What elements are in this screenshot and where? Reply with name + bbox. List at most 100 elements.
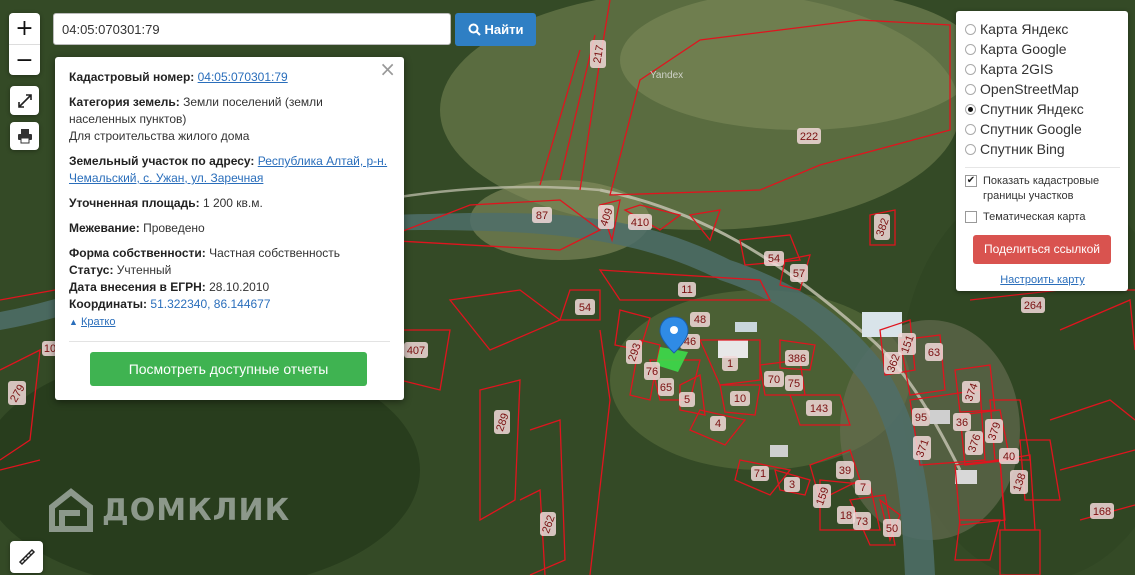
category-label: Категория земель: (69, 95, 180, 109)
radio-icon (965, 143, 976, 155)
ruler-button[interactable] (10, 541, 43, 573)
address-label: Земельный участок по адресу: (69, 154, 255, 168)
coords-row: Координаты: 51.322340, 86.144677 (69, 296, 390, 313)
layer-divider (965, 167, 1120, 168)
layer-option-google-satellite[interactable]: Спутник Google (965, 119, 1120, 139)
layer-option-2gis-map[interactable]: Карта 2GIS (965, 59, 1120, 79)
status-label: Статус: (69, 263, 114, 277)
expand-icon (17, 93, 32, 108)
parcel-label: 73 (856, 516, 868, 528)
parcel-label: 10 (734, 393, 746, 405)
area-row: Уточненная площадь: 1 200 кв.м. (69, 195, 390, 212)
area-value: 1 200 кв.м. (202, 196, 263, 210)
parcel-label: 7 (860, 482, 866, 494)
coords-value[interactable]: 51.322340, 86.144677 (150, 297, 270, 311)
date-value: 28.10.2010 (209, 280, 270, 294)
parcel-label: 65 (660, 382, 672, 394)
radio-icon (965, 123, 976, 135)
address-row: Земельный участок по адресу: Республика … (69, 153, 390, 187)
radio-icon (965, 43, 976, 55)
ownership-label: Форма собственности: (69, 246, 206, 260)
parcel-label: 1 (727, 358, 733, 370)
layer-label: Карта Google (980, 41, 1067, 57)
parcel-label: 39 (839, 465, 851, 477)
checkbox-icon (965, 211, 977, 223)
parcel-label: 40 (1003, 451, 1015, 463)
show-borders-checkbox[interactable]: ✔ Показать кадастровые границы участков (965, 174, 1120, 204)
domclick-logo-text: ДОМКЛИК (102, 492, 291, 528)
parcel-label: 48 (694, 314, 706, 326)
status-row: Статус: Учтенный (69, 262, 390, 279)
print-button[interactable] (10, 122, 39, 150)
parcel-label: 95 (915, 412, 927, 424)
search-input[interactable] (53, 13, 451, 45)
category-row: Категория земель: Земли поселений (земли… (69, 94, 390, 145)
layer-option-google-map[interactable]: Карта Google (965, 39, 1120, 59)
parcel-info-popup: × Кадастровый номер: 04:05:070301:79 Кат… (55, 57, 404, 400)
parcel-label: 71 (754, 468, 766, 480)
fullscreen-button[interactable] (10, 86, 39, 115)
date-label: Дата внесения в ЕГРН: (69, 280, 206, 294)
chevron-up-icon: ▲ (69, 317, 78, 327)
radio-icon (965, 83, 976, 95)
layer-label: Спутник Яндекс (980, 101, 1084, 117)
configure-map-link[interactable]: Настроить карту (965, 274, 1120, 286)
coords-label: Координаты: (69, 297, 148, 311)
thematic-map-checkbox[interactable]: Тематическая карта (965, 210, 1120, 225)
parcel-label: 4 (715, 418, 721, 430)
layer-label: Спутник Bing (980, 141, 1065, 157)
parcel-label: 407 (407, 345, 425, 357)
parcel-label: 70 (768, 374, 780, 386)
cadastral-row: Кадастровый номер: 04:05:070301:79 (69, 69, 390, 86)
layer-label: OpenStreetMap (980, 81, 1079, 97)
parcel-label: 18 (840, 510, 852, 522)
zoom-out-button[interactable]: − (9, 45, 40, 76)
checkbox-checked-icon: ✔ (965, 175, 977, 187)
ownership-value: Частная собственность (209, 246, 341, 260)
parcel-label: 75 (788, 378, 800, 390)
radio-icon (965, 63, 976, 75)
parcel-label: 222 (800, 131, 818, 143)
survey-value: Проведено (143, 221, 205, 235)
cadastral-label: Кадастровый номер: (69, 70, 195, 84)
popup-divider (69, 341, 390, 342)
parcel-label: 87 (536, 210, 548, 222)
radio-icon (965, 23, 976, 35)
view-reports-button[interactable]: Посмотреть доступные отчеты (90, 352, 367, 386)
search-icon (468, 23, 481, 36)
parcel-label: 143 (810, 403, 828, 415)
zoom-in-button[interactable]: + (9, 13, 40, 45)
domclick-logo: ДОМКЛИК (48, 487, 290, 533)
layer-option-osm[interactable]: OpenStreetMap (965, 79, 1120, 99)
thematic-map-label: Тематическая карта (983, 211, 1086, 223)
share-link-button[interactable]: Поделиться ссылкой (973, 235, 1111, 264)
printer-icon (17, 129, 32, 144)
ruler-icon (18, 548, 35, 566)
find-button-label: Найти (484, 22, 524, 37)
layer-label: Карта Яндекс (980, 21, 1069, 37)
layer-option-bing-satellite[interactable]: Спутник Bing (965, 139, 1120, 159)
parcel-label: 63 (928, 347, 940, 359)
collapse-label: Кратко (80, 316, 116, 328)
layer-option-yandex-satellite[interactable]: Спутник Яндекс (965, 99, 1120, 119)
find-button[interactable]: Найти (455, 13, 536, 46)
survey-label: Межевание: (69, 221, 140, 235)
layer-option-yandex-map[interactable]: Карта Яндекс (965, 19, 1120, 39)
radio-selected-icon (965, 103, 976, 115)
area-label: Уточненная площадь: (69, 196, 200, 210)
layer-label: Спутник Google (980, 121, 1082, 137)
parcel-label: 264 (1024, 300, 1042, 312)
parcel-label: 386 (788, 353, 806, 365)
parcel-label: 54 (579, 302, 591, 314)
parcel-label: 5 (684, 394, 690, 406)
parcel-label: 36 (956, 417, 968, 429)
collapse-toggle[interactable]: ▲ Кратко (69, 314, 390, 331)
show-borders-label: Показать кадастровые границы участков (983, 175, 1100, 202)
purpose-value: Для строительства жилого дома (69, 129, 250, 143)
date-row: Дата внесения в ЕГРН: 28.10.2010 (69, 279, 390, 296)
cadastral-link[interactable]: 04:05:070301:79 (198, 70, 288, 84)
parcel-label: 168 (1093, 506, 1111, 518)
zoom-control: + − (9, 13, 40, 75)
ownership-row: Форма собственности: Частная собственнос… (69, 245, 390, 262)
close-icon[interactable]: × (379, 59, 396, 79)
